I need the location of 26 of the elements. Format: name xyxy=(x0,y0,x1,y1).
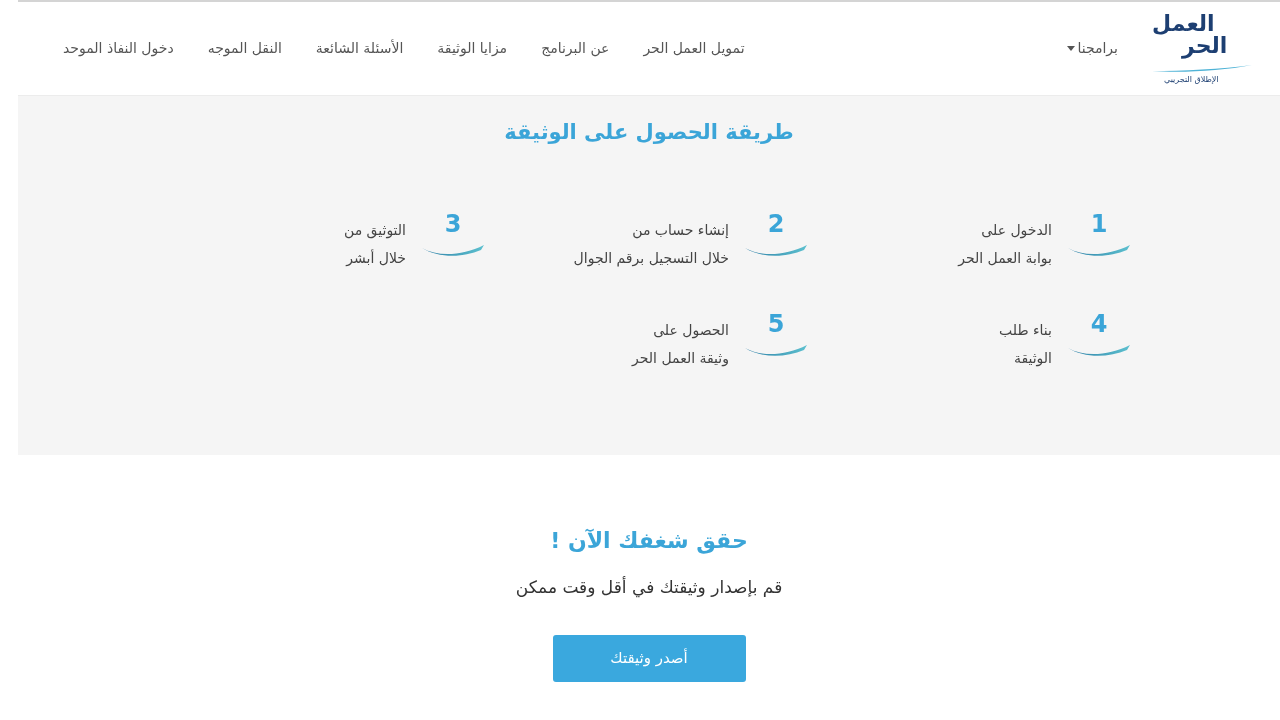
step-number: 1 xyxy=(1090,210,1108,238)
programs-menu[interactable]: برامجنا xyxy=(1067,38,1118,59)
logo-tagline: الإطلاق التجريبي xyxy=(1163,74,1219,85)
nav-link[interactable]: الأسئلة الشائعة xyxy=(315,38,404,59)
swoosh-icon xyxy=(745,244,807,258)
step-description: الحصول على وثيقة العمل الحر xyxy=(632,321,729,369)
step-description: التوثيق من خلال أبشر xyxy=(344,221,406,269)
swoosh-icon xyxy=(745,344,807,358)
logo-wordmark: الحر xyxy=(1181,34,1228,57)
caret-down-icon xyxy=(1067,46,1076,51)
nav-link[interactable]: دخول النفاذ الموحد xyxy=(63,38,174,59)
step-description: بناء طلب الوثيقة xyxy=(999,321,1052,369)
nav-link[interactable]: مزايا الوثيقة xyxy=(437,38,508,59)
step-description: الدخول على بوابة العمل الحر xyxy=(958,221,1052,269)
step-number: 3 xyxy=(444,210,462,238)
section-title: طريقة الحصول على الوثيقة xyxy=(503,119,795,146)
nav-link[interactable]: عن البرنامج xyxy=(541,38,610,59)
step-description: إنشاء حساب من خلال التسجيل برقم الجوال xyxy=(573,221,729,269)
cta-title: حقق شغفك الآن ! xyxy=(550,527,748,556)
cta-subtitle: قم بإصدار وثيقتك في أقل وقت ممكن xyxy=(515,575,783,600)
step-number: 4 xyxy=(1090,310,1108,338)
logo-wordmark: العمل xyxy=(1152,12,1215,35)
step-number: 2 xyxy=(767,210,785,238)
nav-link[interactable]: النقل الموجه xyxy=(207,38,282,59)
step-number: 5 xyxy=(767,310,785,338)
nav-link[interactable]: تمويل العمل الحر xyxy=(643,38,745,59)
